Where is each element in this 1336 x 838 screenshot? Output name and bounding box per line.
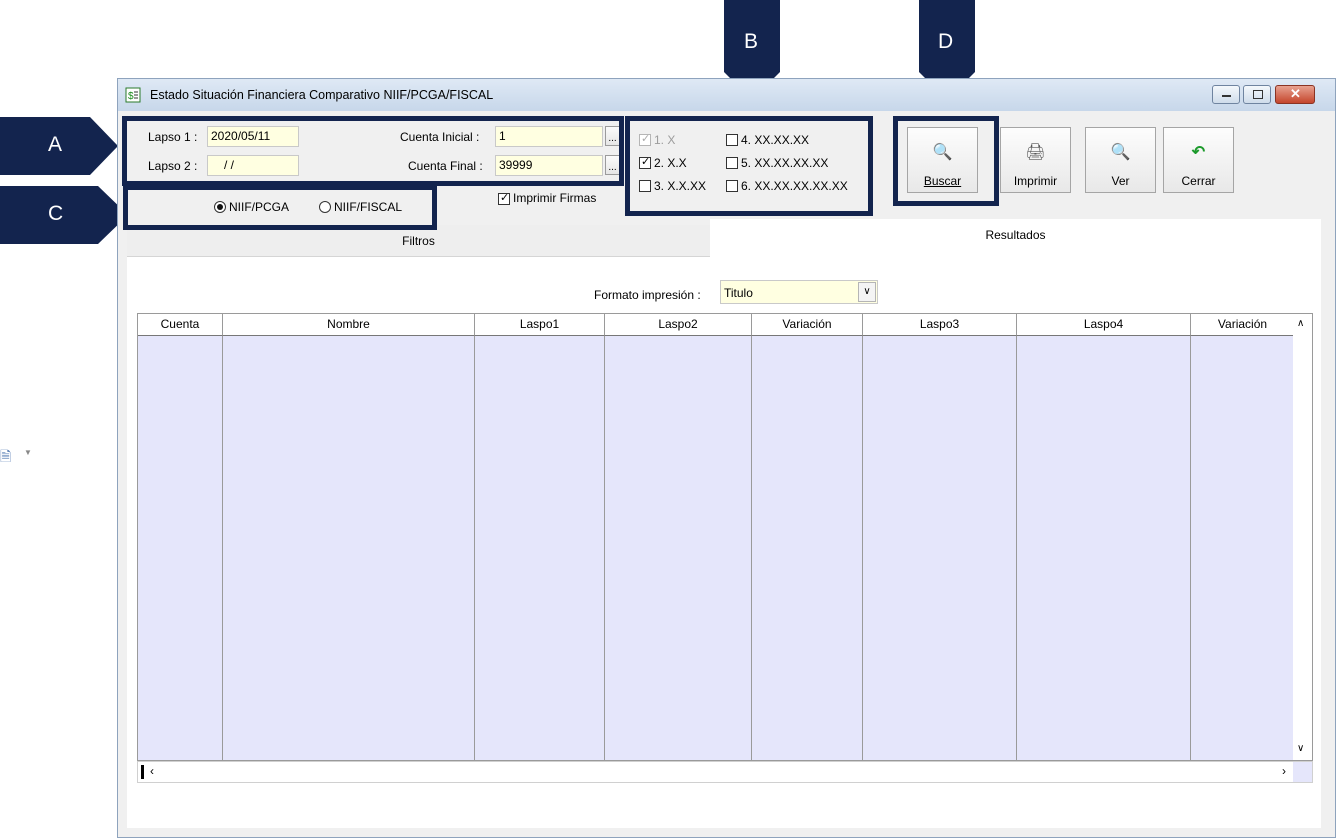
callout-a-box — [122, 116, 624, 186]
chevron-down-icon: ▼ — [24, 448, 32, 457]
vertical-scrollbar[interactable]: ∧ ∨ — [1293, 314, 1312, 760]
callout-b-box — [625, 116, 873, 216]
chevron-down-icon: ∨ — [863, 286, 871, 297]
grid-column — [138, 336, 223, 760]
callout-c-tag: C — [0, 186, 128, 244]
column-header-laspo2[interactable]: Laspo2 — [605, 314, 752, 336]
maximize-button[interactable] — [1243, 85, 1271, 104]
imprimir-button[interactable]: 🖨 Imprimir — [1000, 127, 1071, 193]
column-header-nombre[interactable]: Nombre — [223, 314, 475, 336]
preview-icon: 🔍 — [1110, 144, 1131, 161]
tab-resultados[interactable]: Resultados — [710, 219, 1321, 251]
imprimir-firmas-label[interactable]: Imprimir Firmas — [513, 191, 596, 205]
document-icon: 🗎 — [0, 448, 12, 464]
close-window-button[interactable]: ✕ — [1275, 85, 1315, 104]
grid-column — [605, 336, 752, 760]
row-indicator — [141, 765, 144, 779]
formato-impresion-select[interactable]: Titulo ∨ — [720, 280, 878, 304]
grid-column — [475, 336, 605, 760]
check-icon: ✓ — [500, 192, 510, 204]
dropdown-button[interactable]: ∨ — [858, 282, 876, 302]
callout-d-label: D — [938, 30, 954, 53]
grid-column — [752, 336, 863, 760]
results-grid[interactable]: Cuenta Nombre Laspo1 Laspo2 Variación La… — [137, 313, 1313, 761]
imprimir-firmas-checkbox[interactable]: ✓ — [498, 192, 510, 205]
maximize-icon — [1253, 90, 1263, 99]
cerrar-label: Cerrar — [1181, 174, 1216, 188]
undo-arrow-icon: ↶ — [1191, 144, 1206, 161]
scroll-up-icon[interactable]: ∧ — [1297, 318, 1304, 329]
window-title: Estado Situación Financiera Comparativo … — [150, 88, 494, 102]
printer-icon: 🖨 — [1025, 144, 1046, 161]
scroll-down-icon[interactable]: ∨ — [1297, 743, 1304, 754]
scroll-right-icon[interactable]: › — [1282, 764, 1286, 778]
report-app-icon: $ — [125, 87, 141, 103]
column-header-cuenta[interactable]: Cuenta — [138, 314, 223, 336]
formato-impresion-value: Titulo — [724, 286, 753, 300]
callout-d-box — [893, 116, 999, 206]
horizontal-scrollbar[interactable]: ‹ › — [137, 761, 1313, 783]
callout-c-box — [123, 185, 437, 230]
scroll-left-icon[interactable]: ‹ — [150, 764, 154, 778]
formato-impresion-label: Formato impresión : — [594, 288, 701, 302]
column-header-laspo3[interactable]: Laspo3 — [863, 314, 1017, 336]
column-header-laspo4[interactable]: Laspo4 — [1017, 314, 1191, 336]
column-header-variacion-2[interactable]: Variación — [1191, 314, 1295, 336]
cerrar-button[interactable]: ↶ Cerrar — [1163, 127, 1234, 193]
callout-a-tag: A — [0, 117, 118, 175]
column-header-variacion-1[interactable]: Variación — [752, 314, 863, 336]
minimize-button[interactable] — [1212, 85, 1240, 104]
callout-b-label: B — [744, 30, 759, 53]
title-bar: $ Estado Situación Financiera Comparativ… — [118, 79, 1335, 111]
grid-column — [1191, 336, 1295, 760]
close-icon: ✕ — [1290, 86, 1301, 101]
grid-column — [1017, 336, 1191, 760]
ver-button[interactable]: 🔍 Ver — [1085, 127, 1156, 193]
svg-text:$: $ — [128, 91, 134, 102]
grid-column — [223, 336, 475, 760]
scroll-corner — [1293, 762, 1312, 782]
imprimir-label: Imprimir — [1013, 174, 1058, 188]
ver-label: Ver — [1111, 174, 1130, 188]
column-header-laspo1[interactable]: Laspo1 — [475, 314, 605, 336]
callout-c-label: C — [48, 202, 64, 225]
minimize-icon — [1222, 95, 1231, 97]
callout-a-label: A — [48, 133, 63, 156]
grid-column — [863, 336, 1017, 760]
